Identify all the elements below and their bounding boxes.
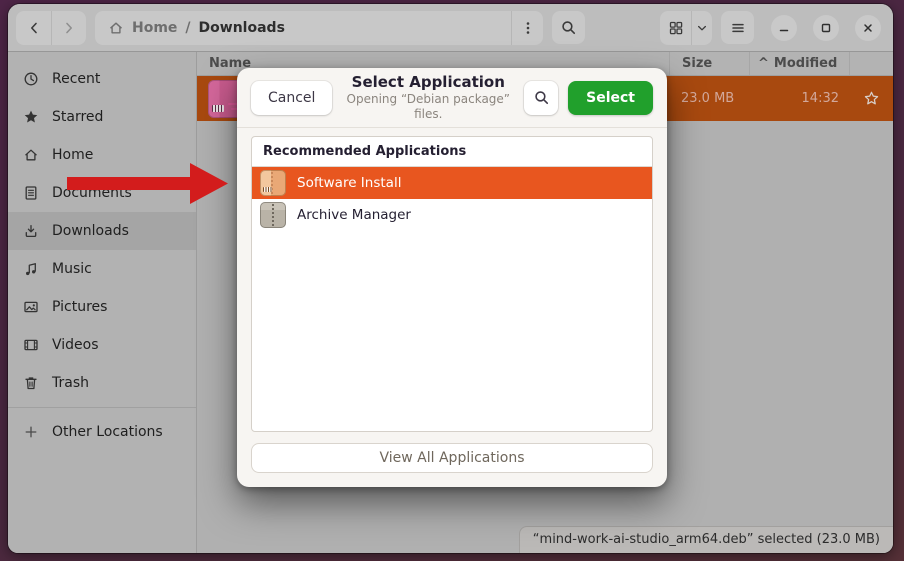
- nav-button-group: [16, 11, 86, 45]
- sidebar-item-pictures[interactable]: Pictures: [8, 288, 196, 326]
- dialog-title: Select Application: [342, 73, 514, 92]
- select-button[interactable]: Select: [568, 81, 653, 115]
- sidebar-item-label: Downloads: [52, 223, 129, 239]
- software-install-icon: [260, 170, 286, 196]
- search-icon: [560, 19, 577, 36]
- grid-view-button[interactable]: [660, 11, 691, 45]
- column-header-modified[interactable]: ^ Modified: [749, 52, 849, 75]
- app-name: Software Install: [297, 175, 401, 191]
- headerbar: Home / Downloads: [8, 4, 893, 52]
- close-icon: [862, 22, 874, 34]
- star-icon: [23, 109, 39, 125]
- maximize-icon: [820, 22, 832, 34]
- music-note-icon: [23, 261, 39, 277]
- archive-manager-icon: [260, 202, 286, 228]
- home-icon: [23, 147, 39, 163]
- sidebar-item-label: Other Locations: [52, 424, 163, 440]
- minimize-icon: [778, 22, 790, 34]
- breadcrumb-separator: /: [185, 20, 190, 36]
- status-bar: “mind-work-ai-studio_arm64.deb” selected…: [519, 526, 893, 553]
- sidebar-item-label: Home: [52, 147, 93, 163]
- document-icon: [23, 185, 39, 201]
- breadcrumb-home[interactable]: Home: [132, 20, 177, 36]
- kebab-menu-icon: [520, 20, 536, 36]
- hamburger-menu-icon: [730, 20, 746, 36]
- sidebar-item-starred[interactable]: Starred: [8, 98, 196, 136]
- path-menu-button[interactable]: [511, 11, 543, 45]
- breadcrumb-current[interactable]: Downloads: [199, 20, 285, 36]
- sidebar-item-recent[interactable]: Recent: [8, 60, 196, 98]
- app-row-software-install[interactable]: Software Install: [252, 167, 652, 199]
- sidebar-item-documents[interactable]: Documents: [8, 174, 196, 212]
- main-menu-button[interactable]: [721, 11, 754, 44]
- search-icon: [533, 89, 550, 106]
- dialog-search-button[interactable]: [524, 81, 558, 115]
- sidebar-item-label: Trash: [52, 375, 89, 391]
- application-list: Recommended Applications Software Instal…: [251, 136, 653, 432]
- star-toggle[interactable]: [849, 76, 893, 121]
- view-options-dropdown[interactable]: [691, 11, 712, 45]
- desktop-background: Home / Downloads: [0, 0, 904, 561]
- picture-icon: [23, 299, 39, 315]
- sidebar-item-label: Starred: [52, 109, 103, 125]
- close-button[interactable]: [855, 15, 881, 41]
- minimize-button[interactable]: [771, 15, 797, 41]
- sidebar-item-label: Music: [52, 261, 92, 277]
- cancel-button[interactable]: Cancel: [251, 81, 332, 115]
- file-modified: 14:32: [749, 76, 849, 121]
- chevron-left-icon: [26, 20, 42, 36]
- app-row-archive-manager[interactable]: Archive Manager: [252, 199, 652, 231]
- sidebar-item-label: Documents: [52, 185, 132, 201]
- sidebar-divider: [8, 407, 196, 408]
- sidebar-item-home[interactable]: Home: [8, 136, 196, 174]
- home-icon: [108, 20, 124, 36]
- section-header: Recommended Applications: [252, 137, 652, 167]
- select-application-dialog: Cancel Select Application Opening “Debia…: [237, 68, 667, 487]
- sidebar-item-label: Pictures: [52, 299, 107, 315]
- chevron-down-icon: [696, 22, 708, 34]
- back-button[interactable]: [16, 11, 51, 45]
- column-header-star: [849, 52, 893, 75]
- forward-button[interactable]: [51, 11, 86, 45]
- search-button[interactable]: [552, 11, 585, 44]
- maximize-button[interactable]: [813, 15, 839, 41]
- app-name: Archive Manager: [297, 207, 411, 223]
- trash-icon: [23, 375, 39, 391]
- sort-ascending-icon: ^: [758, 56, 769, 71]
- sidebar-item-music[interactable]: Music: [8, 250, 196, 288]
- sidebar-item-other-locations[interactable]: Other Locations: [8, 413, 196, 451]
- chevron-right-icon: [61, 20, 77, 36]
- plus-icon: [23, 424, 39, 440]
- sidebar: Recent Starred Home: [8, 52, 197, 553]
- grid-view-icon: [668, 20, 684, 36]
- file-size: 23.0 MB: [669, 76, 749, 121]
- sidebar-item-videos[interactable]: Videos: [8, 326, 196, 364]
- column-header-size[interactable]: Size: [669, 52, 749, 75]
- sidebar-item-label: Videos: [52, 337, 99, 353]
- window-controls: [771, 15, 881, 41]
- breadcrumb[interactable]: Home / Downloads: [95, 11, 543, 45]
- view-all-applications-button[interactable]: View All Applications: [251, 443, 653, 473]
- sidebar-item-label: Recent: [52, 71, 100, 87]
- dialog-header: Cancel Select Application Opening “Debia…: [237, 68, 667, 128]
- video-icon: [23, 337, 39, 353]
- download-icon: [23, 223, 39, 239]
- star-outline-icon: [863, 90, 880, 107]
- sidebar-item-downloads[interactable]: Downloads: [8, 212, 196, 250]
- dialog-subtitle: Opening “Debian package” files.: [342, 92, 514, 122]
- clock-icon: [23, 71, 39, 87]
- sidebar-item-trash[interactable]: Trash: [8, 364, 196, 402]
- view-toggle-group: [660, 11, 712, 45]
